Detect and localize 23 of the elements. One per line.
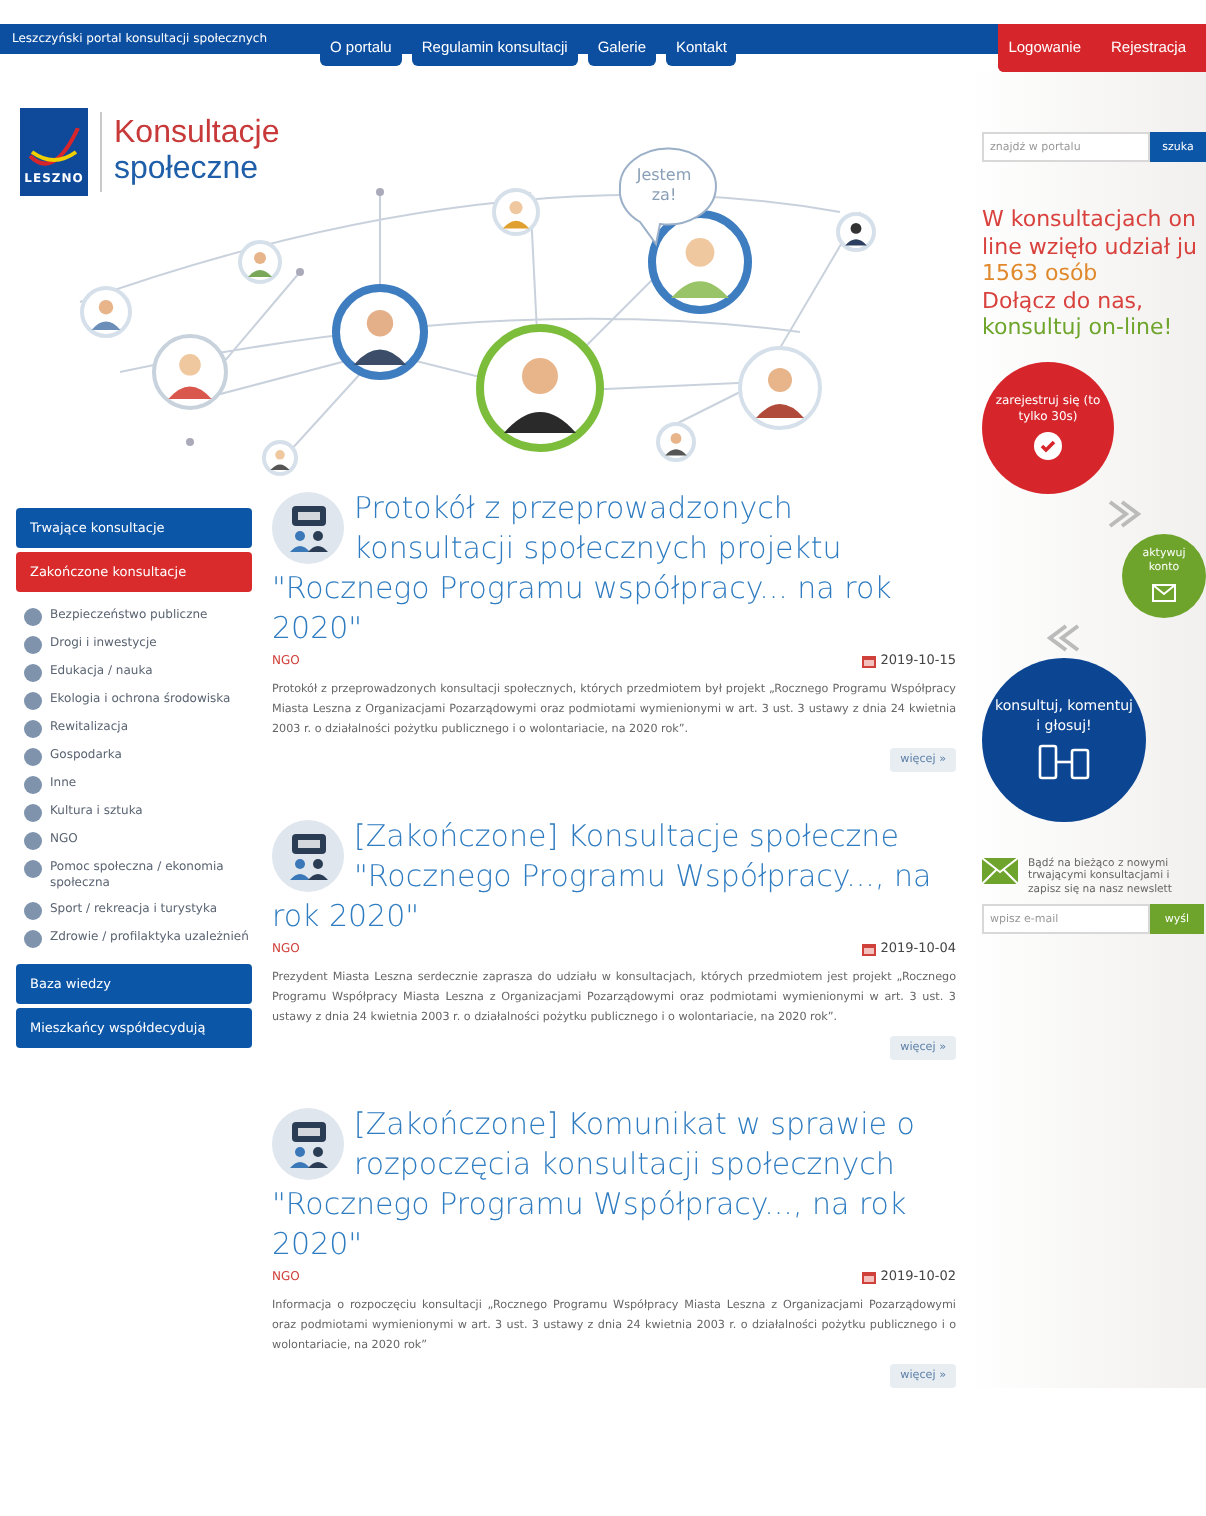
calendar-icon: [862, 1269, 877, 1283]
check-icon: [1034, 432, 1062, 461]
logo-title: Konsultacje: [114, 116, 280, 152]
envelope-icon: [1152, 584, 1176, 603]
bubble-text: Jestem za!: [636, 166, 692, 204]
devices-icon: [1038, 743, 1090, 780]
envelope-icon: [982, 857, 1018, 883]
article-title[interactable]: [Zakończone] Komunikat w sprawie o rozpoczęcia konsultacji społecznych "Rocznego Programu Współpracy..., na rok 2020": [272, 1104, 956, 1264]
article-title[interactable]: Protokół z przeprowadzonych konsultacji społecznych projektu "Rocznego Programu współpracy... na rok 2020": [272, 488, 956, 648]
promo-text: line wzięło udział ju: [982, 233, 1199, 260]
logo-subtitle: społeczne: [114, 152, 261, 188]
ngo-icon: [272, 492, 344, 564]
ngo-icon: [272, 820, 344, 892]
swoosh-icon: [26, 128, 82, 172]
promo-text: konsultuj on-line!: [982, 314, 1175, 341]
promo-text: Dołącz do nas,: [982, 287, 1146, 314]
calendar-icon: [862, 653, 877, 667]
ngo-icon: [272, 1108, 344, 1180]
speech-bubble: [618, 147, 717, 245]
calendar-icon: [862, 941, 877, 955]
promo-text: W konsultacjach on: [982, 206, 1198, 233]
promo-text: 1563 osób: [982, 260, 1100, 287]
article-title[interactable]: [Zakończone] Konsultacje społeczne "Rocznego Programu Współpracy..., na rok 2020": [272, 816, 956, 936]
